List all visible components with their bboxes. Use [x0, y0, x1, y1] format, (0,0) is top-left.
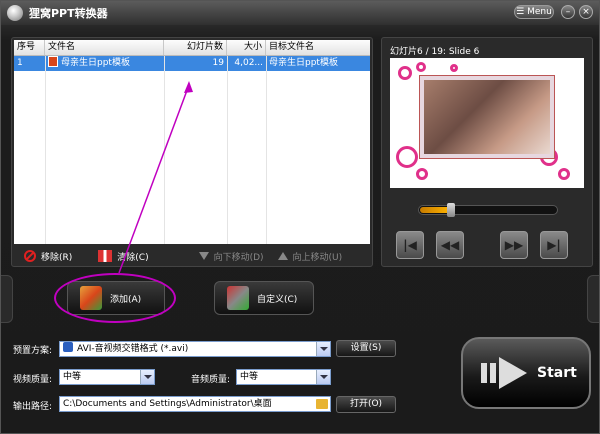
preset-label: 预置方案:: [13, 346, 53, 356]
avi-format-icon: [63, 342, 73, 352]
video-quality-value: 中等: [63, 372, 82, 382]
chevron-down-icon[interactable]: [140, 370, 154, 384]
output-path-value: C:\Documents and Settings\Administrator\…: [63, 399, 272, 409]
output-settings: 预置方案: AVI-音视频交错格式 (*.avi) 设置(S) 视频质量: 中等…: [11, 326, 446, 426]
start-button[interactable]: Start: [461, 337, 591, 409]
settings-button[interactable]: 设置(S): [336, 340, 396, 357]
open-folder-button[interactable]: 打开(O): [336, 396, 396, 413]
output-path-field[interactable]: C:\Documents and Settings\Administrator\…: [59, 396, 331, 412]
chevron-down-icon[interactable]: [316, 342, 330, 356]
preset-select[interactable]: AVI-音视频交错格式 (*.avi): [59, 341, 331, 357]
video-quality-select[interactable]: 中等: [59, 369, 155, 385]
output-path-label: 输出路径:: [13, 402, 53, 412]
video-quality-label: 视频质量:: [13, 375, 53, 385]
folder-icon[interactable]: [316, 399, 328, 409]
audio-quality-label: 音频质量:: [191, 375, 231, 385]
preset-value: AVI-音视频交错格式 (*.avi): [77, 344, 189, 354]
start-label: Start: [537, 365, 577, 381]
chevron-down-icon[interactable]: [316, 370, 330, 384]
app-window: 狸窝PPT转换器 ☰ Menu – × 序号 文件名 幻灯片数 大小 目标文件名…: [0, 0, 600, 434]
play-arrow-icon: [481, 357, 527, 389]
audio-quality-select[interactable]: 中等: [236, 369, 331, 385]
audio-quality-value: 中等: [240, 372, 259, 382]
